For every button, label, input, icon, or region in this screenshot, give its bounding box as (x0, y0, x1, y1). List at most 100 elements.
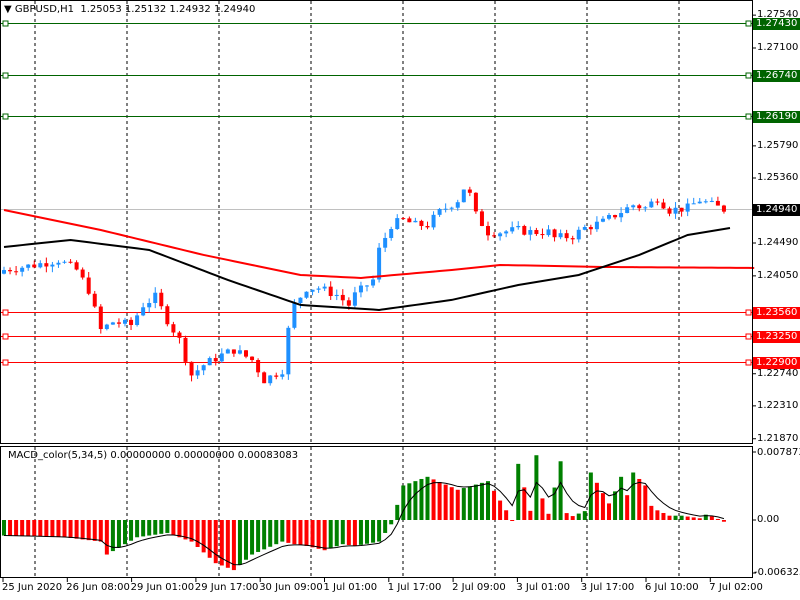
time-axis-label: 25 Jun 2020 (2, 582, 63, 593)
level-handle-icon[interactable] (2, 309, 9, 316)
macd-bar (377, 520, 382, 542)
macd-bar (231, 520, 236, 571)
candle-body (116, 322, 121, 324)
macd-bar (649, 505, 654, 520)
macd-bar (673, 515, 678, 520)
macd-bar (171, 520, 176, 536)
macd-bar (80, 520, 85, 540)
collapse-triangle-icon[interactable]: ▼ (4, 4, 12, 15)
candle-body (570, 238, 575, 240)
level-price-tag: 1.23560 (753, 306, 800, 319)
candle-body (225, 349, 230, 354)
level-handle-icon[interactable] (2, 113, 9, 120)
candle-body (425, 225, 430, 228)
macd-bar (667, 515, 672, 520)
macd-value-2: 0.00000000 (174, 450, 235, 461)
candle-body (334, 294, 339, 297)
level-handle-icon[interactable] (2, 359, 9, 366)
level-handle-icon[interactable] (745, 333, 752, 340)
price-axis-label: 1.21870 (757, 432, 799, 444)
macd-header: MACD_color(5,34,5) 0.00000000 0.00000000… (8, 450, 298, 461)
candle-body (68, 261, 73, 263)
candle-body (20, 267, 25, 272)
candle-body (522, 225, 527, 235)
candle-body (401, 218, 406, 220)
macd-bar (431, 479, 436, 520)
level-price-tag: 1.22900 (753, 356, 800, 369)
candle-body (256, 360, 261, 373)
candle-body (558, 233, 563, 238)
candle-body (104, 324, 109, 330)
macd-bar (510, 520, 515, 521)
candle-body (449, 207, 454, 209)
candle-body (492, 235, 497, 237)
macd-axis-zero: 0.00 (757, 514, 780, 525)
candle-body (673, 207, 678, 214)
macd-bar (607, 503, 611, 520)
candle-body (310, 289, 315, 292)
level-handle-icon[interactable] (2, 20, 9, 27)
candle-body (576, 229, 581, 240)
macd-bar (498, 500, 503, 520)
candle-body (691, 203, 696, 205)
level-price-tag: 1.23250 (753, 330, 800, 343)
macd-bar (141, 520, 146, 537)
level-handle-icon[interactable] (745, 309, 752, 316)
macd-bar (389, 520, 394, 525)
candle-body (365, 285, 369, 287)
candle-body (419, 220, 424, 226)
time-axis-label: 29 Jun 01:00 (130, 582, 195, 593)
time-axis-label: 29 Jun 17:00 (194, 582, 259, 593)
macd-bar (280, 520, 285, 542)
macd-bar (449, 487, 454, 520)
macd-bar (213, 520, 218, 564)
level-handle-icon[interactable] (2, 333, 9, 340)
candle-body (619, 213, 624, 218)
time-axis-label: 1 Jul 01:00 (323, 582, 378, 593)
macd-bar (328, 520, 333, 549)
candle-body (697, 201, 702, 204)
candle-body (98, 306, 103, 330)
candle-body (582, 226, 587, 230)
level-handle-icon[interactable] (745, 72, 752, 79)
macd-bar (250, 520, 255, 555)
candle-body (213, 358, 218, 362)
candle-body (358, 285, 363, 293)
candle-body (262, 372, 267, 384)
candle-body (498, 233, 503, 237)
macd-bar (546, 513, 551, 520)
macd-bar (14, 520, 19, 536)
candle-body (600, 218, 605, 222)
macd-bar (322, 520, 327, 551)
level-handle-icon[interactable] (2, 72, 9, 79)
macd-bar (486, 481, 490, 520)
macd-bar (473, 484, 478, 520)
macd-bar (153, 520, 158, 535)
level-handle-icon[interactable] (745, 20, 752, 27)
candle-body (56, 262, 61, 265)
macd-bar (165, 520, 170, 533)
macd-bar (504, 510, 509, 520)
candle-body (413, 220, 418, 223)
level-handle-icon[interactable] (745, 359, 752, 366)
candle-body (280, 374, 285, 377)
candle-body (292, 302, 297, 328)
macd-bar (625, 495, 630, 520)
horizontal-levels[interactable] (0, 20, 752, 366)
macd-axis-max: 0.0078738 (757, 447, 800, 458)
candle-body (643, 207, 648, 209)
candle-body (141, 307, 146, 316)
level-handle-icon[interactable] (745, 113, 752, 120)
macd-bar (685, 516, 690, 520)
ohlc-close: 1.24940 (213, 4, 256, 15)
macd-bar (310, 520, 315, 548)
candle-body (431, 214, 436, 228)
chart-canvas[interactable] (0, 0, 800, 600)
candle-body (631, 205, 636, 208)
time-axis-label: 3 Jul 01:00 (516, 582, 570, 593)
candle-body (316, 288, 321, 290)
macd-bar (709, 516, 714, 520)
macd-bar (292, 520, 297, 545)
time-axis-label: 30 Jun 09:00 (259, 582, 323, 593)
macd-bar (383, 520, 388, 533)
